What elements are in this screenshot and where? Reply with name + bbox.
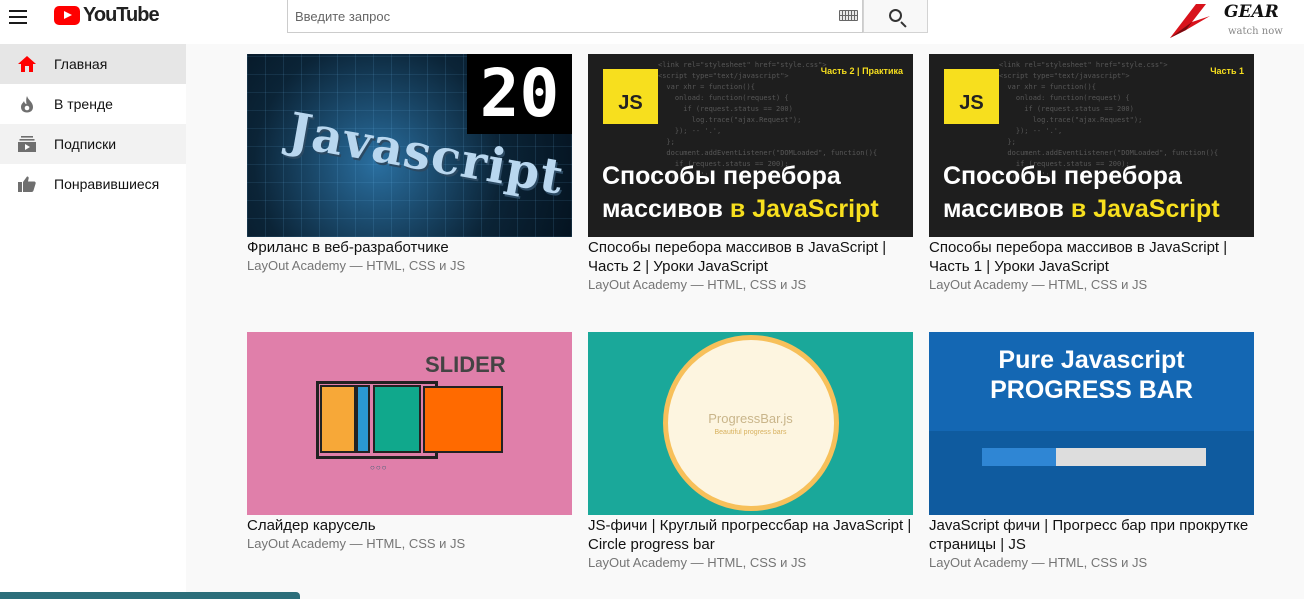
thumbnail-heading-line2b: в JavaScript xyxy=(1070,195,1220,223)
sidebar-item-label: Понравившиеся xyxy=(54,176,160,192)
gear-logo-mark xyxy=(1170,4,1210,38)
sidebar-item-trending[interactable]: В тренде xyxy=(0,84,186,124)
thumbnail-label: ProgressBar.js xyxy=(708,411,793,426)
sidebar-item-home[interactable]: Главная xyxy=(0,44,186,84)
video-thumbnail[interactable]: <link rel="stylesheet" href="style.css">… xyxy=(929,54,1254,237)
video-thumbnail[interactable]: Pure Javascript PROGRESS BAR xyxy=(929,332,1254,515)
video-card[interactable]: Javascript 20 Фриланс в веб-разработчике… xyxy=(247,54,572,275)
progress-fill xyxy=(982,448,1056,466)
thumbnail-tag: Часть 1 xyxy=(1210,66,1244,76)
video-card[interactable]: ProgressBar.js Beautiful progress bars J… xyxy=(588,332,913,572)
thumbs-up-icon xyxy=(0,164,54,204)
thumbnail-heading-line1: Способы перебора xyxy=(602,162,841,190)
channel-name[interactable]: LayOut Academy — HTML, CSS и JS xyxy=(247,535,572,553)
gear-brand-text: GEAR xyxy=(1224,2,1279,22)
js-badge: JS xyxy=(944,69,999,124)
sidebar-item-liked[interactable]: Понравившиеся xyxy=(0,164,186,204)
sidebar-item-subscriptions[interactable]: Подписки xyxy=(0,124,186,164)
status-bar xyxy=(0,592,300,599)
js-badge: JS xyxy=(603,69,658,124)
thumbnail-heading-line2a: массивов xyxy=(602,195,730,223)
thumbnail-heading-line1: Способы перебора xyxy=(943,162,1182,190)
video-thumbnail[interactable]: SLIDER ○○○ xyxy=(247,332,572,515)
thumbnail-heading-line2: PROGRESS BAR xyxy=(990,376,1193,404)
fire-icon xyxy=(0,84,54,124)
youtube-play-icon xyxy=(54,6,80,25)
top-bar: YouTube GEAR watch now xyxy=(0,0,1304,44)
sidebar-item-label: Главная xyxy=(54,56,108,72)
sidebar-item-label: В тренде xyxy=(54,96,113,112)
channel-name[interactable]: LayOut Academy — HTML, CSS и JS xyxy=(588,276,913,294)
search-input[interactable] xyxy=(288,0,828,32)
video-title[interactable]: JavaScript фичи | Прогресс бар при прокр… xyxy=(929,516,1254,554)
sidebar-item-label: Подписки xyxy=(54,136,117,152)
thumbnail-sublabel: Beautiful progress bars xyxy=(714,429,787,436)
video-card[interactable]: <link rel="stylesheet" href="style.css">… xyxy=(588,54,913,294)
video-grid: Javascript 20 Фриланс в веб-разработчике… xyxy=(186,44,1304,599)
home-icon xyxy=(0,44,54,84)
thumbnail-number: 20 xyxy=(467,54,572,134)
thumbnail-heading-line1: Pure Javascript xyxy=(998,346,1185,374)
subscriptions-icon xyxy=(0,124,54,164)
menu-icon[interactable] xyxy=(9,10,27,24)
video-thumbnail[interactable]: <link rel="stylesheet" href="style.css">… xyxy=(588,54,913,237)
video-card[interactable]: Pure Javascript PROGRESS BAR JavaScript … xyxy=(929,332,1254,572)
search-icon xyxy=(889,9,902,22)
channel-name[interactable]: LayOut Academy — HTML, CSS и JS xyxy=(588,554,913,572)
search-button[interactable] xyxy=(863,0,928,33)
youtube-logo[interactable]: YouTube xyxy=(54,4,160,27)
video-title[interactable]: Фриланс в веб-разработчике xyxy=(247,238,572,257)
video-thumbnail[interactable]: Javascript 20 xyxy=(247,54,572,237)
video-thumbnail[interactable]: ProgressBar.js Beautiful progress bars xyxy=(588,332,913,515)
thumbnail-label: SLIDER xyxy=(425,352,506,377)
video-title[interactable]: Способы перебора массивов в JavaScript |… xyxy=(588,238,913,276)
video-card[interactable]: <link rel="stylesheet" href="style.css">… xyxy=(929,54,1254,294)
video-title[interactable]: Способы перебора массивов в JavaScript |… xyxy=(929,238,1254,276)
sidebar: Главная В тренде Подписки Понравившиеся xyxy=(0,44,186,599)
video-title[interactable]: JS-фичи | Круглый прогрессбар на JavaScr… xyxy=(588,516,913,554)
logo-text: YouTube xyxy=(83,4,160,26)
thumbnail-heading-line2a: массивов xyxy=(943,195,1071,223)
gear-brand-sub: watch now xyxy=(1228,26,1283,37)
channel-name[interactable]: LayOut Academy — HTML, CSS и JS xyxy=(929,276,1254,294)
video-title[interactable]: Слайдер карусель xyxy=(247,516,572,535)
thumbnail-tag: Часть 2 | Практика xyxy=(820,66,903,76)
keyboard-icon[interactable] xyxy=(839,10,858,21)
channel-name[interactable]: LayOut Academy — HTML, CSS и JS xyxy=(247,257,572,275)
gear-brand-logo: GEAR watch now xyxy=(1166,0,1286,42)
channel-name[interactable]: LayOut Academy — HTML, CSS и JS xyxy=(929,554,1254,572)
video-card[interactable]: SLIDER ○○○ Слайдер карусель LayOut Acade… xyxy=(247,332,572,553)
search-box xyxy=(287,0,863,33)
thumbnail-heading-line2b: в JavaScript xyxy=(729,195,879,223)
